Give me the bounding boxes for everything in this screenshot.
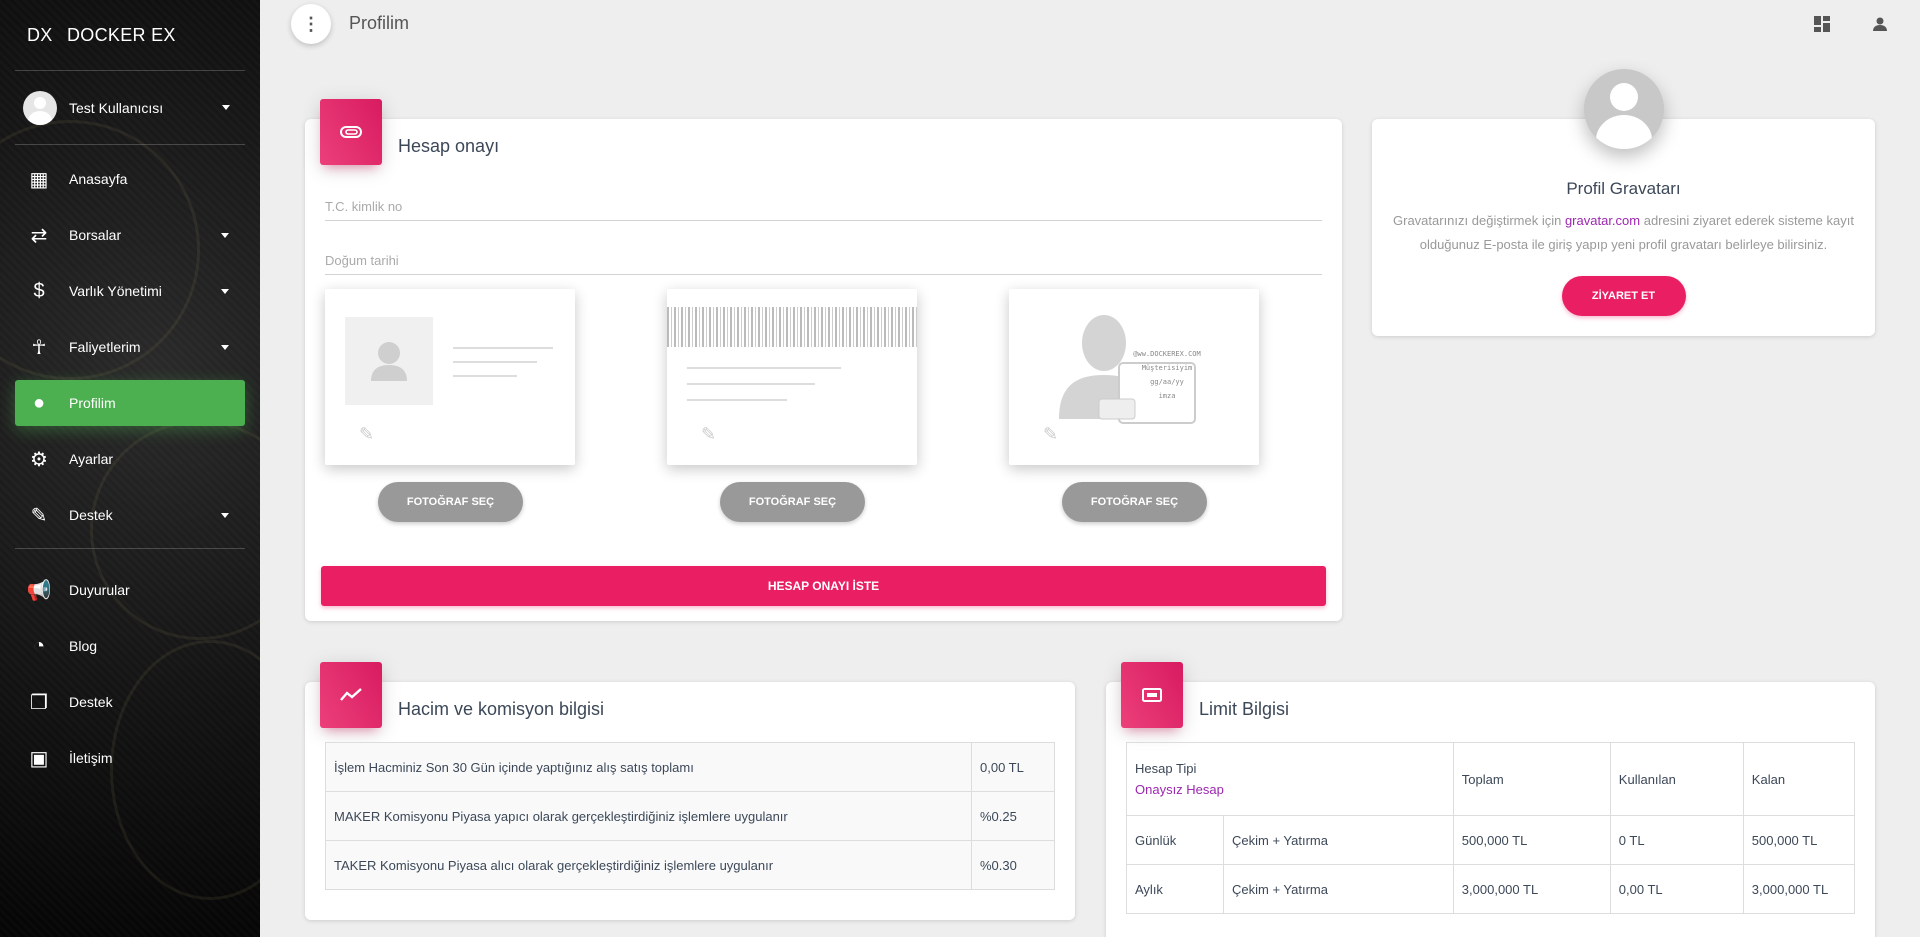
documents-icon: ❐ xyxy=(30,691,48,714)
account-verification-card: Hesap onayı T.C. kimlik no Doğum tarihi … xyxy=(305,99,1342,621)
table-row: Hesap Tipi Onaysız Hesap Toplam Kullanıla… xyxy=(1126,742,1856,816)
user-menu[interactable]: Test Kullanıcısı xyxy=(0,71,260,144)
table-row: Günlük Çekim + Yatırma 500,000 TL 0 TL 500,0… xyxy=(1126,815,1856,865)
attachment-icon: ✎ xyxy=(359,424,375,444)
table-row: İşlem Hacminiz Son 30 Gün içinde yaptığı… xyxy=(325,742,1055,792)
birth-date-input[interactable]: Doğum tarihi xyxy=(325,239,1322,275)
card-title: Hesap onayı xyxy=(398,136,500,156)
id-front-upload[interactable]: ✎ xyxy=(325,289,575,465)
sidebar-item-label: İletişim xyxy=(69,750,113,766)
sidebar-item-label: Duyurular xyxy=(69,582,130,598)
avatar xyxy=(23,90,57,125)
sidebar-item-anasayfa[interactable]: ▦ Anasayfa xyxy=(15,156,245,202)
sidebar-item-blog[interactable]: ◔ Blog xyxy=(15,623,245,669)
profile-avatar xyxy=(1583,69,1664,149)
sidebar-item-label: Varlık Yönetimi xyxy=(69,283,162,299)
table-row: TAKER Komisyonu Piyasa alıcı olarak gerç… xyxy=(325,840,1055,890)
sidebar-nav-secondary: 📢 Duyurular ◔ Blog ❐ Destek ▣ İletişim xyxy=(0,549,260,781)
sidebar-item-label: Blog xyxy=(69,638,98,654)
person-icon[interactable] xyxy=(1868,12,1892,36)
brand-mini: DX xyxy=(27,24,53,45)
sidebar-item-ayarlar[interactable]: ⚙ Ayarlar xyxy=(15,436,245,482)
sidebar-item-label: Faliyetlerim xyxy=(69,339,141,355)
select-photo-button-front[interactable]: FOTOĞRAF SEÇ xyxy=(378,482,523,522)
sidebar-item-label: Destek xyxy=(69,507,113,523)
limit-table: Hesap Tipi Onaysız Hesap Toplam Kullanıla… xyxy=(1126,742,1856,914)
user-name: Test Kullanıcısı xyxy=(69,99,164,116)
sidebar-item-label: Ayarlar xyxy=(69,451,114,467)
more-vert-icon[interactable]: ⋮ xyxy=(291,4,331,44)
sidebar-item-destek[interactable]: ✎ Destek xyxy=(15,492,245,538)
volume-commission-card: Hacim ve komisyon bilgisi İşlem Hacminiz… xyxy=(305,662,1075,920)
dollar-icon: $ xyxy=(33,279,45,302)
selfie-upload[interactable]: @ww.DOCKEREX.COM Müşterisiyim gg/aa/yy i… xyxy=(1009,289,1259,465)
page-title: Profilim xyxy=(349,13,410,33)
dashboard-icon[interactable] xyxy=(1810,12,1834,36)
card-title: Hacim ve komisyon bilgisi xyxy=(398,699,605,719)
dashboard-icon: ▦ xyxy=(29,168,49,191)
sidebar-item-duyurular[interactable]: 📢 Duyurular xyxy=(15,567,245,613)
attachment-icon: ✎ xyxy=(701,424,717,444)
sidebar-item-profilim[interactable]: ● Profilim xyxy=(15,380,245,426)
profile-description: Gravatarınızı değiştirmek için gravatar.… xyxy=(1393,213,1854,252)
trending-icon xyxy=(320,662,382,728)
visit-button[interactable]: ZİYARET ET xyxy=(1561,276,1686,316)
card-icon xyxy=(1121,662,1183,728)
limit-card: Limit Bilgisi Hesap Tipi Onaysız Hesap To… xyxy=(1106,662,1875,937)
sidebar-item-i-leti-im[interactable]: ▣ İletişim xyxy=(15,735,245,781)
barcode xyxy=(667,307,917,347)
gear-icon: ⚙ xyxy=(30,448,48,471)
sidebar-item-label: Profilim xyxy=(69,395,116,411)
sidebar-item-label: Borsalar xyxy=(69,227,122,243)
volume-table: İşlem Hacminiz Son 30 Gün içinde yaptığı… xyxy=(325,742,1055,890)
chevron-down-icon xyxy=(222,105,230,110)
sidebar-item-label: Destek xyxy=(69,694,113,710)
sidebar-item-label: Anasayfa xyxy=(69,171,128,187)
sidebar-item-destek[interactable]: ❐ Destek xyxy=(15,679,245,725)
selfie-note: @ww.DOCKEREX.COM Müşterisiyim gg/aa/yy i… xyxy=(1133,350,1201,400)
select-photo-button-back[interactable]: FOTOĞRAF SEÇ xyxy=(720,482,865,522)
profile-title: Profil Gravatarı xyxy=(1566,179,1681,198)
chevron-down-icon xyxy=(221,344,229,350)
profile-gravatar-card: Profil Gravatarı Gravatarınızı değiştirm… xyxy=(1372,69,1875,336)
accessibility-icon: ☥ xyxy=(31,336,47,359)
id-photo-placeholder xyxy=(345,317,433,405)
sidebar-item-borsalar[interactable]: ⇄ Borsalar xyxy=(15,212,245,258)
sidebar-nav: ▦ Anasayfa ⇄ Borsalar $ Varlık Yönetimi ☥ Faliy… xyxy=(0,145,260,538)
paperclip-icon xyxy=(320,99,382,165)
tc-id-input[interactable]: T.C. kimlik no xyxy=(325,185,1322,221)
sidebar-item-varl-k-y-netimi[interactable]: $ Varlık Yönetimi xyxy=(15,268,245,314)
contact-card-icon: ▣ xyxy=(29,747,49,770)
topbar: ⋮ Profilim xyxy=(260,0,1920,48)
select-photo-button-selfie[interactable]: FOTOĞRAF SEÇ xyxy=(1062,482,1207,522)
id-back-upload[interactable]: ✎ xyxy=(667,289,917,465)
table-row: MAKER Komisyonu Piyasa yapıcı olarak ger… xyxy=(325,791,1055,841)
table-row: Aylık Çekim + Yatırma 3,000,000 TL 0,00 TL 3… xyxy=(1126,864,1856,914)
brand-name: DOCKER EX xyxy=(67,24,176,45)
swap-icon: ⇄ xyxy=(30,224,48,247)
chevron-down-icon xyxy=(221,512,229,518)
person-icon: ● xyxy=(32,391,46,414)
chevron-down-icon xyxy=(221,232,229,238)
brand[interactable]: DX DOCKER EX xyxy=(0,0,260,70)
rss-icon: ◔ xyxy=(32,634,46,657)
chevron-down-icon xyxy=(221,288,229,294)
sidebar-item-faliyetlerim[interactable]: ☥ Faliyetlerim xyxy=(15,324,245,370)
ticket-icon: ✎ xyxy=(30,504,48,527)
megaphone-icon: 📢 xyxy=(26,579,52,602)
sidebar: DX DOCKER EX Test Kullanıcısı ▦ Anasayfa ⇄… xyxy=(0,0,260,937)
attachment-icon: ✎ xyxy=(1043,424,1059,444)
request-verification-button[interactable]: HESAP ONAYI İSTE xyxy=(321,566,1326,606)
card-title: Limit Bilgisi xyxy=(1199,699,1290,719)
gravatar-link[interactable]: gravatar.com xyxy=(1565,213,1640,228)
